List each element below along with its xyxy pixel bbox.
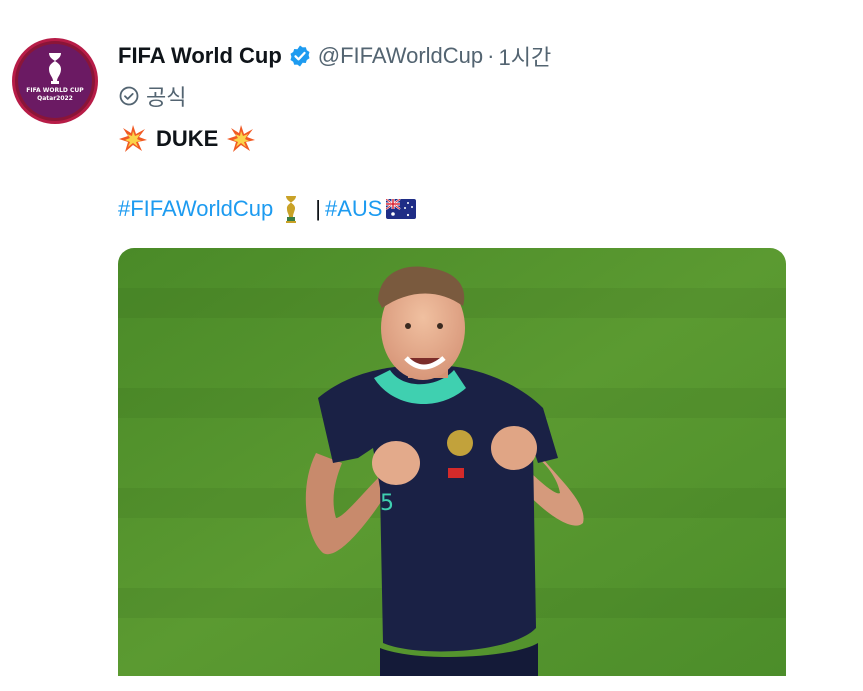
hashtag-aus[interactable]: #AUS: [325, 196, 382, 222]
hashtag-fifaworldcup[interactable]: #FIFAWorldCup: [118, 196, 273, 222]
player-celebration-image: 5: [118, 248, 786, 676]
tweet-header: FIFA World Cup @FIFAWorldCup · 1시간: [118, 41, 551, 71]
display-name[interactable]: FIFA World Cup: [118, 43, 282, 69]
collision-emoji-left: [118, 124, 148, 154]
official-text: 공식: [146, 85, 187, 110]
handle[interactable]: @FIFAWorldCup: [318, 43, 483, 69]
avatar[interactable]: FIFA WORLD CUP Qatar2022: [12, 38, 98, 124]
check-circle-icon: [119, 86, 139, 106]
jersey-number: 5: [380, 491, 394, 516]
hashtag-line: #FIFAWorldCup | #AUS: [118, 194, 417, 224]
left-fist: [372, 441, 420, 485]
world-cup-emblem-icon: [49, 53, 61, 84]
tweet-photo[interactable]: 5: [118, 248, 786, 676]
avatar-text-line-1: FIFA WORLD CUP: [26, 87, 84, 94]
verified-badge-icon: [288, 44, 312, 68]
trophy-icon: [283, 195, 299, 223]
timestamp[interactable]: 1시간: [498, 40, 551, 72]
official-label: 공식: [118, 82, 186, 110]
australia-flag-icon: [386, 199, 417, 219]
hashtag-separator: |: [315, 196, 321, 221]
tweet-text-duke: DUKE: [156, 126, 219, 151]
right-fist: [491, 426, 537, 470]
avatar-text-line-2: Qatar2022: [37, 95, 73, 102]
collision-emoji-right: [226, 124, 256, 154]
tweet-text: DUKE: [118, 124, 256, 154]
header-separator: ·: [487, 43, 495, 68]
crest: [447, 430, 473, 456]
